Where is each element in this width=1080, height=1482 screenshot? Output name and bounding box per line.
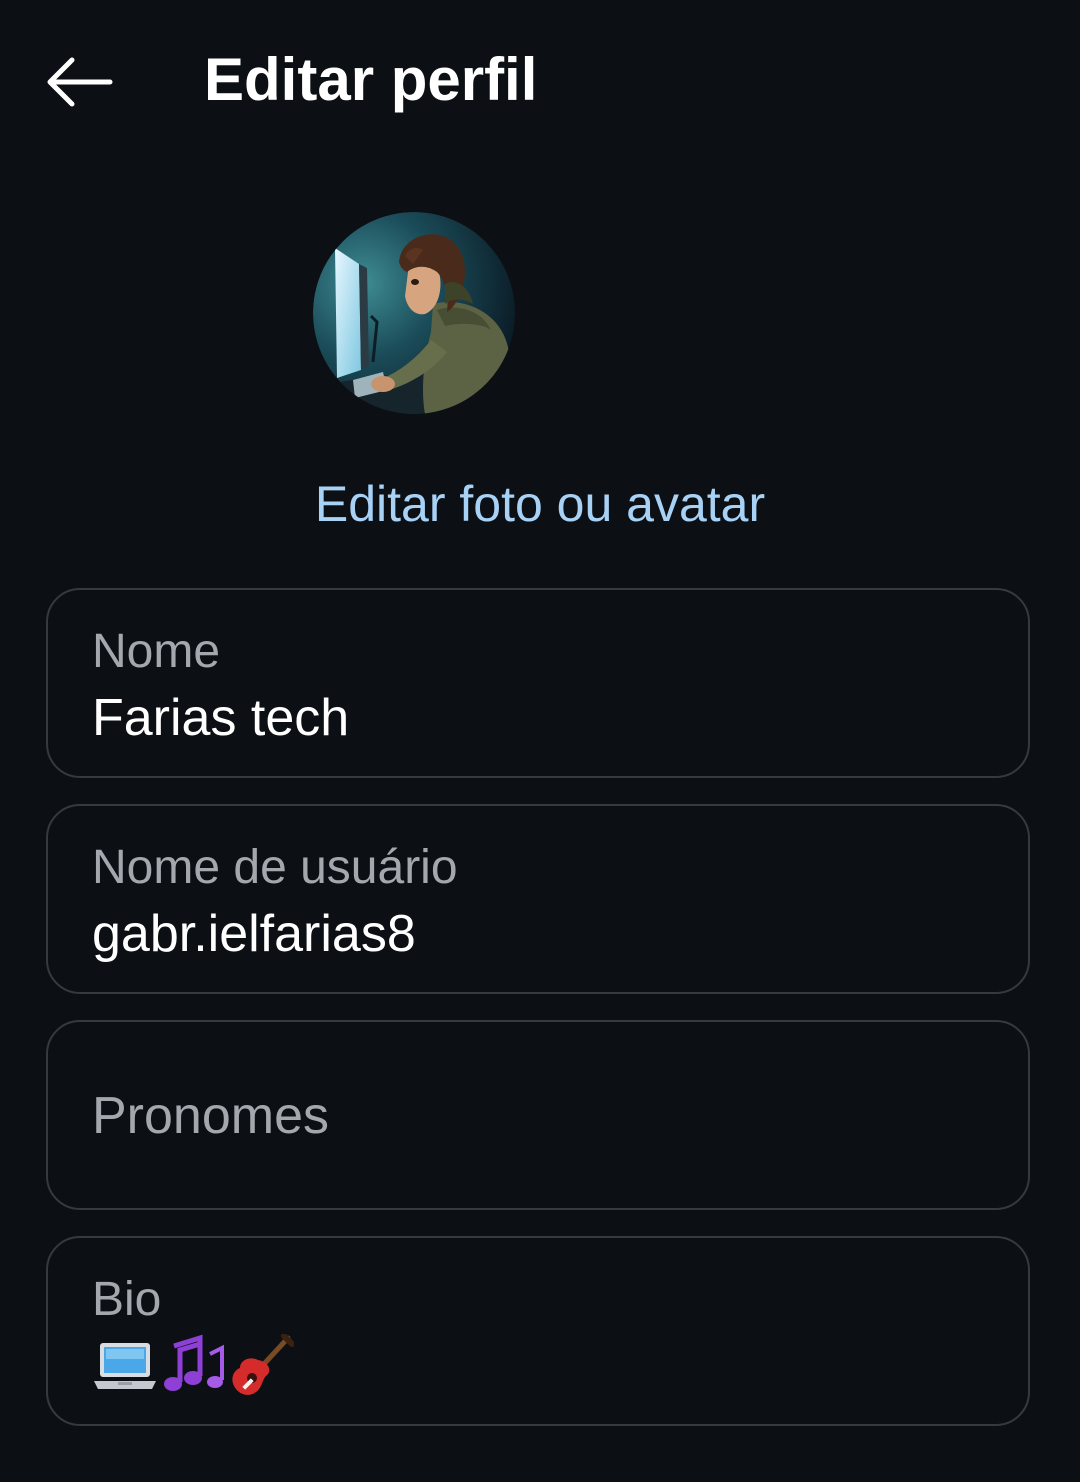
page-title: Editar perfil xyxy=(204,46,538,113)
arrow-left-icon xyxy=(40,50,120,114)
username-field[interactable]: Nome de usuário gabr.ielfarias8 xyxy=(46,804,1030,994)
pronouns-field-placeholder[interactable]: Pronomes xyxy=(92,1084,329,1148)
musical-notes-emoji-icon xyxy=(160,1334,226,1400)
edit-profile-screen: Editar perfil Editar foto ou avatar Nome… xyxy=(0,0,1080,1482)
bio-field-label: Bio xyxy=(92,1273,162,1326)
laptop-emoji-icon xyxy=(92,1337,158,1397)
guitar-emoji-icon xyxy=(228,1334,294,1400)
pronouns-field[interactable]: Pronomes xyxy=(46,1020,1030,1210)
username-field-value[interactable]: gabr.ielfarias8 xyxy=(92,902,416,966)
edit-photo-link[interactable]: Editar foto ou avatar xyxy=(0,470,1080,538)
bio-value[interactable] xyxy=(92,1332,296,1402)
avatar[interactable] xyxy=(313,212,515,414)
name-field[interactable]: Nome Farias tech xyxy=(46,588,1030,778)
name-field-label: Nome xyxy=(92,625,221,678)
back-button[interactable] xyxy=(40,50,120,114)
name-field-value[interactable]: Farias tech xyxy=(92,686,349,750)
bio-field[interactable]: Bio xyxy=(46,1236,1030,1426)
username-field-label: Nome de usuário xyxy=(92,841,458,894)
top-bar: Editar perfil xyxy=(0,0,1080,160)
